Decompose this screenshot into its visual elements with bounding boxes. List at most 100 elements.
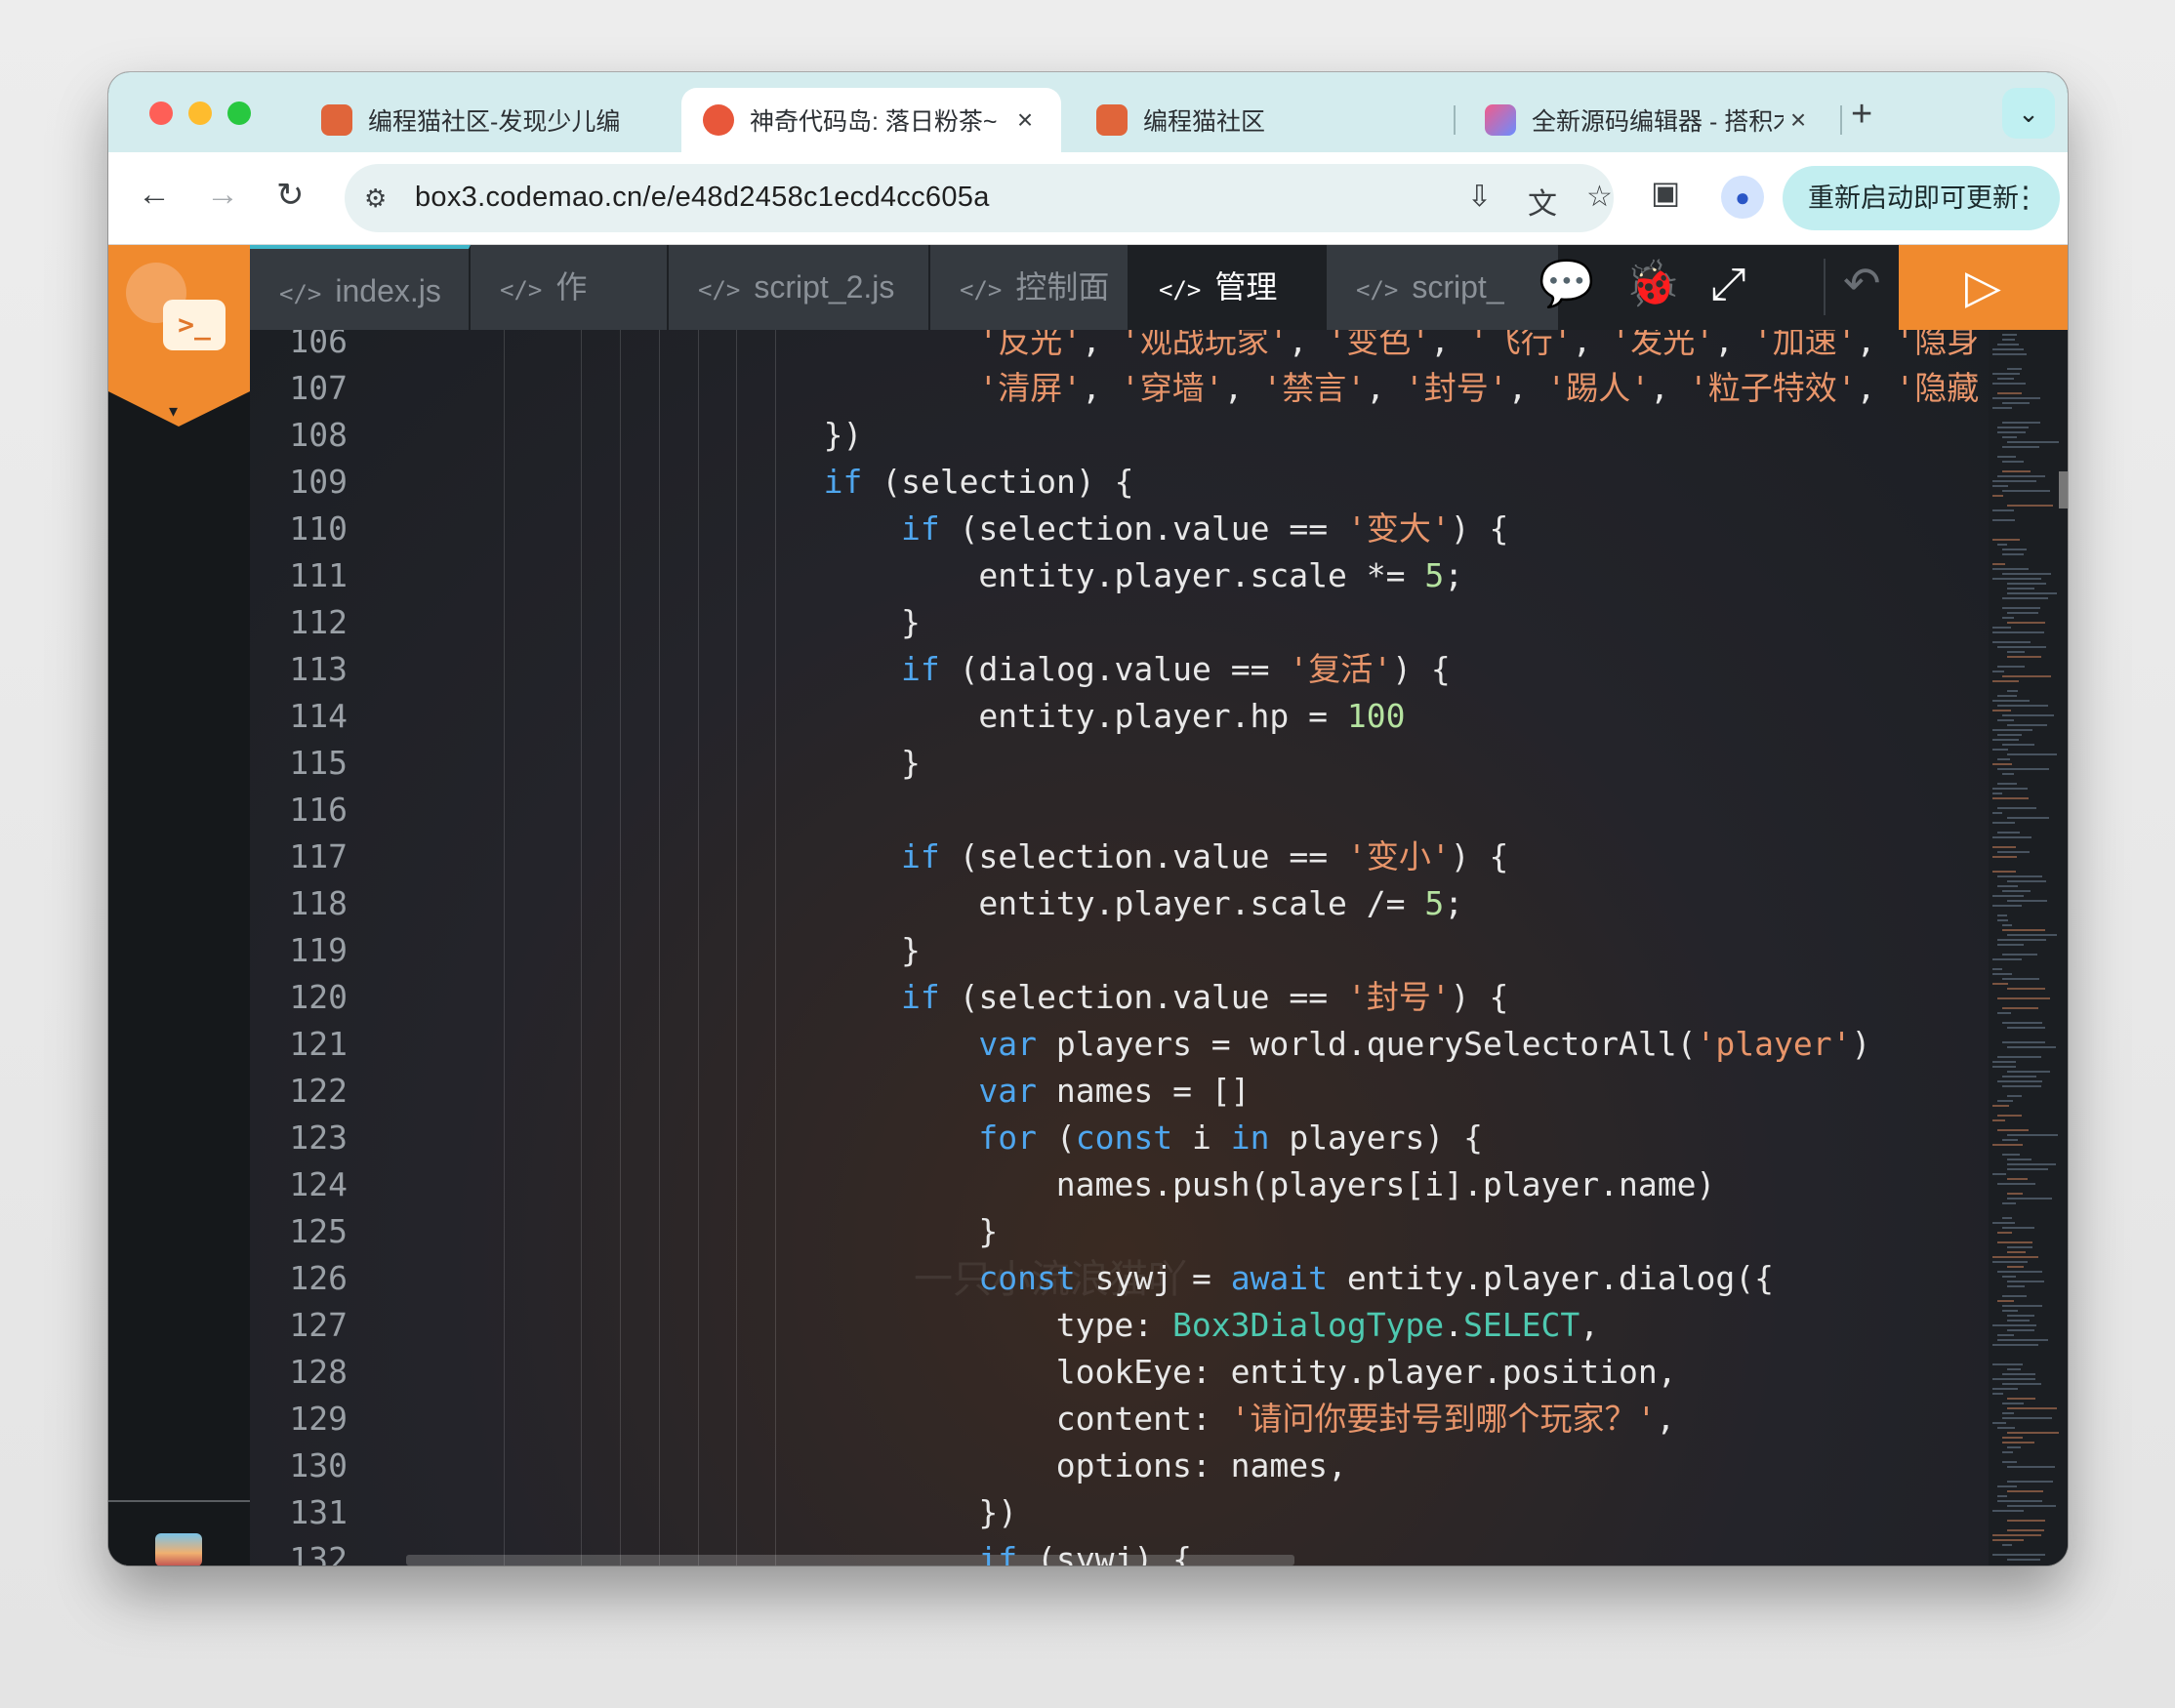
code-token: 5 <box>1424 884 1445 922</box>
minimap-line <box>2007 880 2046 882</box>
zoom-window-button[interactable] <box>227 102 251 125</box>
code-token: in <box>1230 1118 1270 1157</box>
minimap-line <box>1992 739 2019 741</box>
code-line[interactable]: 112} <box>250 599 1989 646</box>
file-tab-2[interactable]: </> 作 <box>471 245 669 330</box>
code-line[interactable]: 130 options: names, <box>250 1443 1989 1489</box>
forward-icon[interactable]: → <box>206 176 239 214</box>
code-line[interactable]: 123 for (const i in players) { <box>250 1115 1989 1161</box>
code-line[interactable]: 128 lookEye: entity.player.position, <box>250 1349 1989 1396</box>
browser-menu-icon[interactable]: ⋮ <box>2011 166 2040 230</box>
code-text: entity.player.hp = 100 <box>978 693 1405 740</box>
code-text: '清屏', '穿墙', '禁言', '封号', '踢人', '粒子特效', '隐… <box>978 365 1979 412</box>
chevron-down-icon[interactable]: ▾ <box>169 401 178 422</box>
file-tab-control[interactable]: </> 控制面 <box>930 245 1129 330</box>
translate-icon[interactable]: 文 <box>1528 180 1557 223</box>
minimap-line <box>2007 1251 2026 1253</box>
code-line[interactable]: 124 names.push(players[i].player.name) <box>250 1161 1989 1208</box>
update-label: 重新启动即可更新 <box>1808 183 2019 213</box>
line-number: 122 <box>289 1072 348 1110</box>
code-line[interactable]: 126 const sywj = await entity.player.dial… <box>250 1255 1989 1302</box>
code-text: if (selection.value == '变大') { <box>901 506 1508 552</box>
tab-search-button[interactable]: ⌄ <box>2002 88 2055 139</box>
code-line[interactable]: 129 content: '请问你要封号到哪个玩家？', <box>250 1396 1989 1443</box>
minimap-scroll-thumb[interactable] <box>2059 471 2068 508</box>
code-line[interactable]: 114 entity.player.hp = 100 <box>250 693 1989 740</box>
profile-avatar-icon[interactable]: ● <box>1721 176 1764 219</box>
line-number: 116 <box>289 791 348 829</box>
code-line[interactable]: 113 if (dialog.value == '复活') { <box>250 646 1989 693</box>
code-line[interactable]: 107 '清屏', '穿墙', '禁言', '封号', '踢人', '粒子特效',… <box>250 365 1989 412</box>
minimap-line <box>1992 627 2011 629</box>
code-line[interactable]: 118 entity.player.scale /= 5; <box>250 880 1989 927</box>
code-text: if (dialog.value == '复活') { <box>901 646 1451 693</box>
code-line[interactable]: 115} <box>250 740 1989 787</box>
close-tab-icon[interactable]: × <box>1010 104 1040 136</box>
file-tab-script2[interactable]: </> script_2.js <box>669 245 930 330</box>
bookmark-star-icon[interactable]: ☆ <box>1586 180 1613 214</box>
minimap-line <box>1992 480 2036 482</box>
code-line[interactable]: 111 entity.player.scale *= 5; <box>250 552 1989 599</box>
code-token: , <box>1572 330 1612 360</box>
code-line[interactable]: 120 if (selection.value == '封号') { <box>250 974 1989 1021</box>
code-editor[interactable]: 一只小流浪猫吖 106 '反光', '观战玩家', '变色', '飞行', '发光… <box>250 330 1989 1566</box>
code-text: entity.player.scale /= 5; <box>978 880 1463 927</box>
url-text[interactable]: box3.codemao.cn/e/e48d2458c1ecd4cc605a <box>415 182 990 214</box>
code-text: if (selection.value == '封号') { <box>901 974 1508 1021</box>
file-tab-manage-active[interactable]: </> 管理 <box>1129 245 1327 330</box>
address-bar[interactable]: ⚙ box3.codemao.cn/e/e48d2458c1ecd4cc605a… <box>345 164 1614 232</box>
code-line[interactable]: 122 var names = [] <box>250 1068 1989 1115</box>
close-window-button[interactable] <box>149 102 173 125</box>
minimap-line <box>1997 344 2019 346</box>
code-line[interactable]: 132 if (sywj) { <box>250 1536 1989 1566</box>
code-line[interactable]: 127 type: Box3DialogType.SELECT, <box>250 1302 1989 1349</box>
minimap-line <box>1992 958 2022 960</box>
file-tab-index[interactable]: </> index.js <box>250 245 471 330</box>
run-button[interactable]: ▷ <box>1899 245 2068 330</box>
code-token: '请问你要封号到哪个玩家？' <box>1230 1400 1657 1438</box>
update-relaunch-button[interactable]: 重新启动即可更新 ⋮ <box>1783 166 2060 230</box>
chat-icon[interactable]: 💬 <box>1539 257 1594 310</box>
minimize-window-button[interactable] <box>188 102 212 125</box>
minimap-line <box>1992 895 2024 897</box>
minimap-line <box>2002 978 2039 980</box>
site-info-icon[interactable]: ⚙ <box>364 183 387 214</box>
project-thumbnail-icon[interactable] <box>155 1533 202 1566</box>
file-tab-script-other[interactable]: </> script_ <box>1327 245 1561 330</box>
code-line[interactable]: 117 if (selection.value == '变小') { <box>250 834 1989 880</box>
terminal-logo-block[interactable]: >_ <box>108 245 250 391</box>
install-app-icon[interactable]: ⇩ <box>1467 180 1492 214</box>
undo-icon[interactable]: ↶ <box>1843 257 1881 309</box>
minimap-line <box>1997 807 2036 809</box>
code-line[interactable]: 106 '反光', '观战玩家', '变色', '飞行', '发光', '加速',… <box>250 330 1989 365</box>
code-line[interactable]: 116 <box>250 787 1989 834</box>
code-line[interactable]: 108}) <box>250 412 1989 459</box>
code-text: } <box>901 740 921 787</box>
code-minimap[interactable] <box>1989 330 2068 1566</box>
minimap-line <box>2002 1085 2041 1087</box>
code-line[interactable]: 125} <box>250 1208 1989 1255</box>
browser-tab-2-active[interactable]: 神奇代码岛: 落日粉茶~ × <box>681 88 1061 152</box>
expand-icon[interactable]: ⤢ <box>1710 257 1746 311</box>
back-icon[interactable]: ← <box>138 176 171 214</box>
line-number: 107 <box>289 369 348 407</box>
code-line[interactable]: 119} <box>250 927 1989 974</box>
minimap-line <box>1992 485 2008 487</box>
browser-tab-4[interactable]: 全新源码编辑器 - 搭积木 × <box>1463 88 1834 152</box>
code-token: sywj = <box>1075 1259 1231 1297</box>
line-number: 132 <box>289 1540 348 1566</box>
code-line[interactable]: 131}) <box>250 1489 1989 1536</box>
minimap-line <box>2002 446 2039 448</box>
new-tab-button[interactable]: + <box>1851 94 1872 136</box>
side-panel-icon[interactable]: ▣ <box>1651 174 1680 211</box>
code-token: content: <box>1055 1400 1231 1438</box>
close-tab-icon[interactable]: × <box>1784 104 1813 136</box>
code-token: , <box>1656 1400 1676 1438</box>
code-line[interactable]: 109 if (selection) { <box>250 459 1989 506</box>
minimap-line <box>1992 1554 2045 1556</box>
debug-bug-icon[interactable]: 🐞 <box>1624 257 1680 310</box>
reload-icon[interactable]: ↻ <box>276 176 305 215</box>
code-line[interactable]: 121 var players = world.querySelectorAll(… <box>250 1021 1989 1068</box>
code-line[interactable]: 110 if (selection.value == '变大') { <box>250 506 1989 552</box>
code-token: const <box>1075 1118 1173 1157</box>
